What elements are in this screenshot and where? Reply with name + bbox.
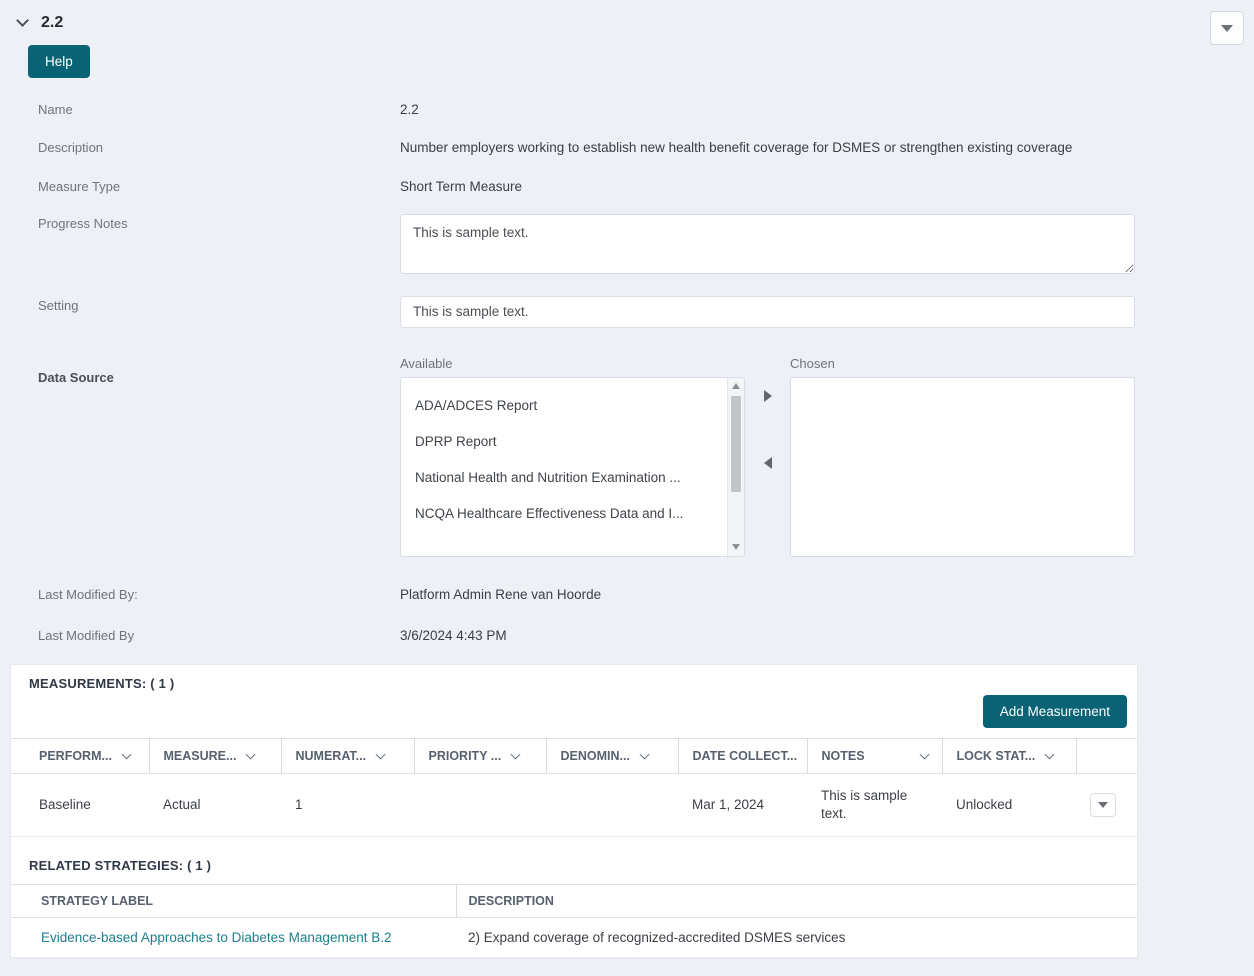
- description-label: Description: [38, 139, 104, 155]
- move-right-icon[interactable]: [763, 389, 772, 402]
- progress-notes-textarea[interactable]: This is sample text.: [400, 213, 1135, 274]
- last-modified-by-label: Last Modified By:: [38, 586, 138, 602]
- measure-detail-form: Name 2.2 Description Number employers wo…: [0, 100, 1254, 646]
- header: 2.2: [0, 0, 1254, 45]
- strategy-link[interactable]: Evidence-based Approaches to Diabetes Ma…: [41, 930, 391, 945]
- header-menu-button[interactable]: [1210, 11, 1244, 45]
- measure-type-value: Short Term Measure: [400, 179, 523, 195]
- list-item[interactable]: NCQA Healthcare Effectiveness Data and I…: [401, 498, 744, 534]
- page-title: 2.2: [41, 14, 64, 31]
- cell-lock-status: Unlocked: [942, 773, 1076, 838]
- cell-denominator: [546, 773, 678, 838]
- list-item[interactable]: National Health and Nutrition Examinatio…: [401, 462, 744, 498]
- cell-actions: [1076, 773, 1137, 838]
- strategy-description: 2) Expand coverage of recognized-accredi…: [456, 917, 1137, 959]
- col-header-actions: [1076, 737, 1137, 774]
- chevron-down-icon[interactable]: [510, 749, 521, 760]
- col-header-date-collected[interactable]: DATE COLLECT...: [678, 737, 808, 774]
- progress-notes-label: Progress Notes: [38, 215, 128, 231]
- setting-input[interactable]: [400, 295, 1135, 328]
- chosen-label: Chosen: [790, 355, 835, 371]
- col-header-numerator[interactable]: NUMERAT...: [281, 737, 415, 774]
- col-header-priority[interactable]: PRIORITY ...: [414, 737, 547, 774]
- last-modified-by-value: Platform Admin Rene van Hoorde: [400, 586, 602, 602]
- cell-numerator: 1: [281, 773, 414, 838]
- col-header-description[interactable]: DESCRIPTION: [456, 884, 1137, 919]
- caret-down-icon: [1221, 24, 1233, 32]
- chevron-down-icon[interactable]: [375, 749, 386, 760]
- strategy-row: Evidence-based Approaches to Diabetes Ma…: [11, 917, 1137, 959]
- scrollbar-thumb[interactable]: [731, 395, 741, 492]
- chevron-down-icon[interactable]: [919, 749, 929, 760]
- available-listbox[interactable]: ADA/ADCES Report DPRP Report National He…: [400, 376, 745, 557]
- chevron-down-icon[interactable]: [1044, 749, 1055, 760]
- collapse-chevron-icon[interactable]: [16, 14, 29, 27]
- data-source-duallist: Available ADA/ADCES Report DPRP Report N…: [400, 356, 1135, 557]
- available-label: Available: [400, 355, 453, 371]
- help-button[interactable]: Help: [28, 45, 90, 78]
- related-records-panel: MEASUREMENTS: ( 1 ) Add Measurement PERF…: [10, 663, 1138, 960]
- col-header-strategy-label[interactable]: STRATEGY LABEL: [11, 884, 457, 919]
- last-modified-date-value: 3/6/2024 4:43 PM: [400, 628, 507, 644]
- measurement-row: Baseline Actual 1 Mar 1, 2024 This is sa…: [11, 773, 1137, 838]
- data-source-label: Data Source: [38, 369, 114, 385]
- col-header-performance[interactable]: PERFORM...: [11, 737, 150, 774]
- cell-performance: Baseline: [11, 773, 149, 838]
- row-menu-button[interactable]: [1090, 793, 1116, 818]
- cell-measure: Actual: [149, 773, 281, 838]
- col-header-measure[interactable]: MEASURE...: [149, 737, 282, 774]
- measurements-table: PERFORM... MEASURE... NUMERAT... PRIORIT…: [11, 737, 1137, 838]
- scroll-up-icon[interactable]: [728, 378, 744, 395]
- add-measurement-button[interactable]: Add Measurement: [982, 694, 1127, 728]
- name-label: Name: [38, 102, 73, 117]
- scroll-down-icon[interactable]: [728, 539, 744, 556]
- cell-priority: [414, 773, 546, 838]
- measure-type-label: Measure Type: [38, 179, 121, 195]
- chosen-listbox[interactable]: [790, 376, 1135, 557]
- chevron-down-icon[interactable]: [121, 749, 132, 760]
- move-left-icon[interactable]: [763, 456, 772, 469]
- chevron-down-icon[interactable]: [245, 749, 256, 760]
- col-header-notes[interactable]: NOTES: [807, 737, 943, 774]
- description-value: Number employers working to establish ne…: [400, 139, 1073, 155]
- cell-notes: This is sample text.: [807, 773, 942, 838]
- name-value: 2.2: [400, 102, 419, 117]
- caret-down-icon: [1098, 802, 1108, 809]
- list-item[interactable]: DPRP Report: [401, 426, 744, 462]
- related-strategies-table: STRATEGY LABEL DESCRIPTION Evidence-base…: [11, 884, 1137, 959]
- related-strategies-section-title: RELATED STRATEGIES: ( 1 ): [29, 858, 212, 874]
- scrollbar[interactable]: [727, 377, 744, 556]
- last-modified-date-label: Last Modified By: [38, 628, 135, 644]
- col-header-lock-status[interactable]: LOCK STAT...: [942, 737, 1077, 774]
- col-header-denominator[interactable]: DENOMIN...: [546, 737, 679, 774]
- list-item[interactable]: ADA/ADCES Report: [401, 390, 744, 426]
- measurements-section-title: MEASUREMENTS: ( 1 ): [29, 675, 175, 691]
- chevron-down-icon[interactable]: [639, 749, 650, 760]
- setting-label: Setting: [38, 297, 79, 313]
- cell-date-collected: Mar 1, 2024: [678, 773, 807, 838]
